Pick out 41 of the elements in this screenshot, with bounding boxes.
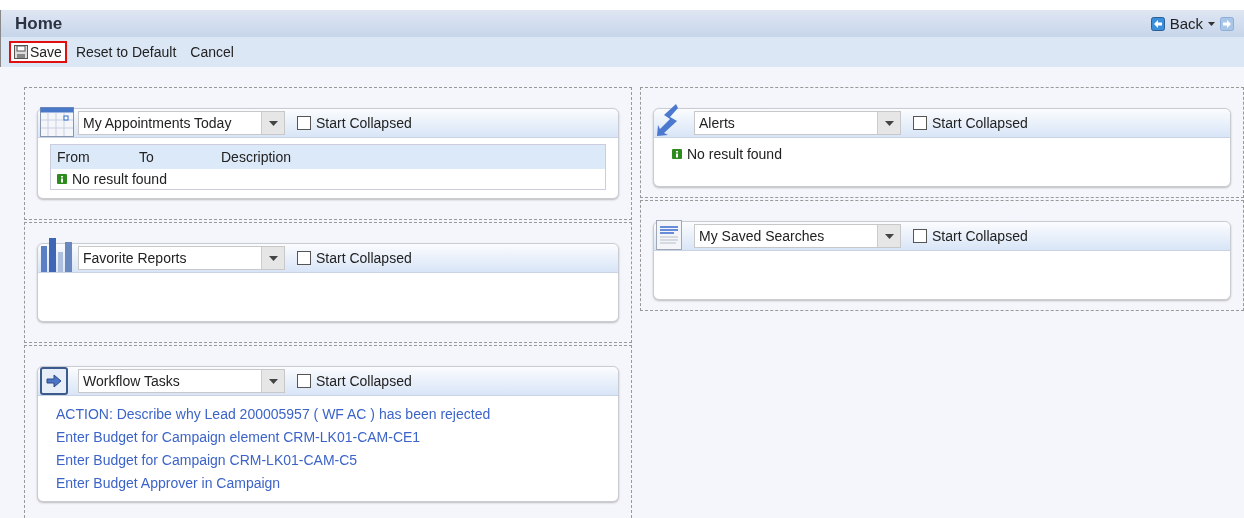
checkbox-label: Start Collapsed <box>932 115 1028 131</box>
toolbar-button[interactable]: Save <box>9 41 67 63</box>
caret-icon <box>268 255 278 261</box>
caret-icon <box>884 120 894 126</box>
no-result-message: No result found <box>687 146 782 162</box>
toolbar-button[interactable]: Cancel <box>185 41 239 63</box>
back-button[interactable]: Back <box>1169 15 1203 32</box>
checkbox[interactable] <box>297 374 311 388</box>
task-link[interactable]: Enter Budget for Campaign CRM-LK01-CAM-C5 <box>56 452 600 468</box>
widget-dropdown[interactable]: Alerts <box>694 111 901 135</box>
save-icon <box>14 45 28 59</box>
lightning-arrow-icon <box>656 103 678 137</box>
caret-icon <box>268 120 278 126</box>
checkbox[interactable] <box>297 251 311 265</box>
checkbox[interactable] <box>297 116 311 130</box>
back-arrow-icon[interactable] <box>1150 16 1165 31</box>
checkbox-label: Start Collapsed <box>316 115 412 131</box>
task-link[interactable]: ACTION: Describe why Lead 200005957 ( WF AC ) has been rejected <box>56 406 600 422</box>
checkbox-label: Start Collapsed <box>932 228 1028 244</box>
checkbox-label: Start Collapsed <box>316 250 412 266</box>
widget-dropdown[interactable]: My Saved Searches <box>694 224 901 248</box>
widget-dropdown[interactable]: My Appointments Today <box>78 111 285 135</box>
toolbar-button[interactable]: Reset to Default <box>70 41 182 63</box>
column-header: To <box>139 149 155 165</box>
column-header: From <box>57 149 91 165</box>
info-icon <box>672 149 682 159</box>
task-link[interactable]: Enter Budget Approver in Campaign <box>56 475 600 491</box>
bar-chart-icon <box>40 236 74 272</box>
task-link[interactable]: Enter Budget for Campaign element CRM-LK01-CAM-CE1 <box>56 429 600 445</box>
caret-icon <box>268 378 278 384</box>
checkbox-label: Start Collapsed <box>316 373 412 389</box>
checkbox[interactable] <box>913 116 927 130</box>
info-icon <box>57 174 67 184</box>
caret-icon <box>884 233 894 239</box>
dropdown-caret-icon[interactable] <box>1208 21 1215 26</box>
checkbox[interactable] <box>913 229 927 243</box>
no-result-message: No result found <box>72 171 167 187</box>
page-title: Home <box>15 13 63 34</box>
widget-dropdown[interactable]: Workflow Tasks <box>78 369 285 393</box>
widget-dropdown[interactable]: Favorite Reports <box>78 246 285 270</box>
column-header: Description <box>221 149 292 165</box>
